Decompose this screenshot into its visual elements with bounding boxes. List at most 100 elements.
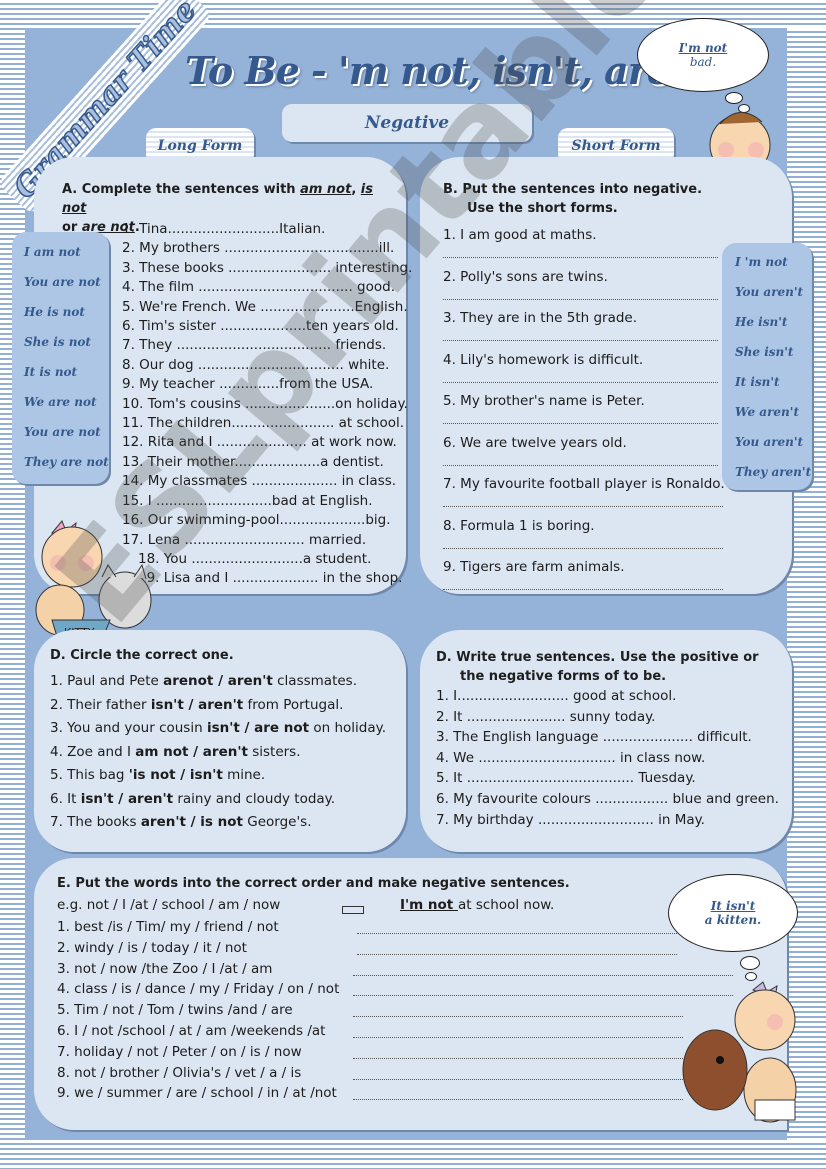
- choice-options[interactable]: isn't / aren't: [81, 791, 173, 807]
- order-prompt: 8. not / brother / Olivia's / vet / a / …: [57, 1064, 302, 1081]
- circle-item: 6. It isn't / aren't rainy and cloudy to…: [50, 788, 386, 812]
- exercise-a-item: 19. Lisa and I .................... in t…: [138, 570, 403, 587]
- answer-line[interactable]: [443, 298, 718, 300]
- exercise-a-item: 9. My teacher ..............from the USA…: [122, 376, 374, 393]
- circle-item: 7. The books aren't / is not George's.: [50, 811, 386, 835]
- circle-item-post: mine.: [222, 767, 266, 783]
- choice-options[interactable]: aren't / is not: [141, 814, 243, 830]
- answer-line[interactable]: [357, 953, 677, 955]
- baby-with-kitten-illustration: KITTY: [35, 520, 152, 641]
- exercise-a-item: 12. Rita and I ..................... at …: [122, 434, 397, 451]
- write-item: 7. My birthday .........................…: [436, 811, 705, 828]
- exercise-a-item: 14. My classmates .................... i…: [122, 473, 397, 490]
- order-prompt: 4. class / is / dance / my / Friday / on…: [57, 981, 340, 998]
- write-item: 5. It ..................................…: [436, 770, 696, 787]
- exercise-a-item: 5. We're French. We ....................…: [122, 298, 408, 315]
- write-item: 1. I.......................... good at s…: [436, 688, 677, 704]
- answer-line[interactable]: [353, 974, 733, 976]
- order-item: 1. best /is / Tim/ my / friend / not: [57, 917, 757, 938]
- answer-line[interactable]: [443, 588, 723, 590]
- circle-item-post: classmates.: [272, 673, 357, 689]
- order-prompt: 1. best /is / Tim/ my / friend / not: [57, 919, 279, 935]
- choice-options[interactable]: isn't / are not: [207, 720, 309, 736]
- exercise-a-item: 8. Our dog .............................…: [122, 356, 390, 373]
- exercise-b-item: 3. They are in the 5th grade.: [443, 309, 725, 351]
- exercise-a-item: 2. My brothers .........................…: [122, 240, 395, 257]
- section-b-instructions: B. Put the sentences into negative. Use …: [443, 180, 702, 218]
- order-item: 2. windy / is / today / it / not: [57, 938, 757, 959]
- exercise-b-sentence: 4. Lily's homework is difficult.: [443, 351, 644, 368]
- short-form-item: You aren't: [735, 285, 804, 299]
- arrow-right-icon: [342, 906, 364, 914]
- answer-line[interactable]: [357, 932, 677, 934]
- exercise-b-item: 7. My favourite football player is Ronal…: [443, 475, 725, 517]
- order-item: 4. class / is / dance / my / Friday / on…: [57, 979, 757, 1000]
- answer-line[interactable]: [443, 505, 723, 507]
- answer-line[interactable]: [353, 1036, 683, 1038]
- choice-options[interactable]: isn't / aren't: [151, 697, 243, 713]
- exercise-a-item: 15. I ...........................bad at …: [122, 492, 373, 509]
- circle-item-pre: 4. Zoe and I: [50, 743, 136, 760]
- circle-item-pre: 3. You and your cousin: [50, 720, 207, 736]
- answer-line[interactable]: [443, 256, 718, 258]
- short-form-item: They aren't: [735, 465, 812, 479]
- exercise-b-item: 9. Tigers are farm animals.: [443, 558, 725, 600]
- section-write-title: D. Write true sentences. Use the positiv…: [436, 650, 759, 665]
- long-form-item: She is not: [24, 335, 91, 349]
- long-forms-box: I am not You are not He is not She is not It…: [12, 232, 109, 484]
- exercise-a-item: 10. Tom's cousins .....................o…: [122, 395, 408, 412]
- exercise-b-item: 8. Formula 1 is boring.: [443, 517, 725, 559]
- answer-line[interactable]: [443, 464, 718, 466]
- section-a-list: 1. Tina..........................Italian…: [122, 220, 412, 589]
- thought-bubble-dot: [740, 956, 760, 970]
- thought-bubble-top: I'm not bad.: [637, 18, 769, 92]
- answer-line[interactable]: [443, 547, 723, 549]
- short-form-item: It isn't: [735, 375, 780, 389]
- circle-item: 5. This bag 'is not / isn't mine.: [50, 764, 386, 788]
- answer-line[interactable]: [353, 1057, 683, 1059]
- short-form-item: You aren't: [735, 435, 804, 449]
- long-form-item: You are not: [24, 275, 101, 289]
- order-prompt: 5. Tim / not / Tom / twins /and / are: [57, 1002, 293, 1019]
- cloud-top-line2: bad.: [689, 55, 717, 69]
- circle-item-pre: 7. The books: [50, 814, 141, 830]
- circle-item-pre: 6. It: [50, 790, 81, 807]
- answer-line[interactable]: [353, 1078, 683, 1080]
- answer-line[interactable]: [353, 1098, 683, 1101]
- exercise-b-item: 6. We are twelve years old.: [443, 434, 725, 476]
- section-order-title: E. Put the words into the correct order …: [57, 876, 570, 891]
- exercise-b-sentence: 1. I am good at maths.: [443, 227, 597, 243]
- section-circle-title: D. Circle the correct one.: [50, 648, 234, 663]
- answer-line[interactable]: [443, 381, 718, 383]
- section-order-list: 1. best /is / Tim/ my / friend / not 2. w…: [57, 917, 757, 1104]
- exercise-b-sentence: 9. Tigers are farm animals.: [443, 559, 625, 575]
- thought-bubble-bottom: It isn't a kitten.: [668, 874, 798, 952]
- section-b-subtitle: Use the short forms.: [467, 201, 618, 216]
- circle-item-pre: 1. Paul and Pete: [50, 673, 164, 689]
- circle-item: 3. You and your cousin isn't / are not o…: [50, 717, 386, 741]
- circle-item-post: rainy and cloudy today.: [173, 790, 336, 807]
- exercise-b-item: 2. Polly's sons are twins.: [443, 268, 725, 310]
- exercise-b-sentence: 5. My brother's name is Peter.: [443, 393, 645, 409]
- short-form-item: He isn't: [735, 315, 788, 329]
- long-form-item: I am not: [24, 245, 81, 259]
- answer-line[interactable]: [443, 339, 718, 341]
- exercise-b-sentence: 8. Formula 1 is boring.: [443, 517, 595, 534]
- cloud-bottom-line2: a kitten.: [704, 913, 762, 927]
- answer-line[interactable]: [443, 422, 718, 424]
- section-b-title: B. Put the sentences into negative.: [443, 182, 703, 197]
- choice-options[interactable]: 'is not / isn't: [129, 767, 223, 783]
- section-write-list: 1. I.......................... good at s…: [436, 686, 779, 830]
- order-item: 7. holiday / not / Peter / on / is / now: [57, 1042, 757, 1063]
- exercise-b-sentence: 2. Polly's sons are twins.: [443, 268, 608, 285]
- exercise-b-item: 1. I am good at maths.: [443, 226, 725, 268]
- section-a-title: A. Complete the sentences with: [62, 182, 301, 197]
- choice-options[interactable]: am not / aren't: [135, 744, 248, 760]
- circle-item: 4. Zoe and I am not / aren't sisters.: [50, 741, 386, 765]
- choice-options[interactable]: arenot / aren't: [163, 673, 273, 689]
- exercise-b-sentence: 6. We are twelve years old.: [443, 434, 627, 451]
- section-write-instructions: D. Write true sentences. Use the positiv…: [436, 648, 759, 686]
- answer-line[interactable]: [353, 1015, 683, 1018]
- separator: ,: [351, 182, 361, 197]
- exercise-a-item: 17. Lena ............................ ma…: [122, 531, 367, 548]
